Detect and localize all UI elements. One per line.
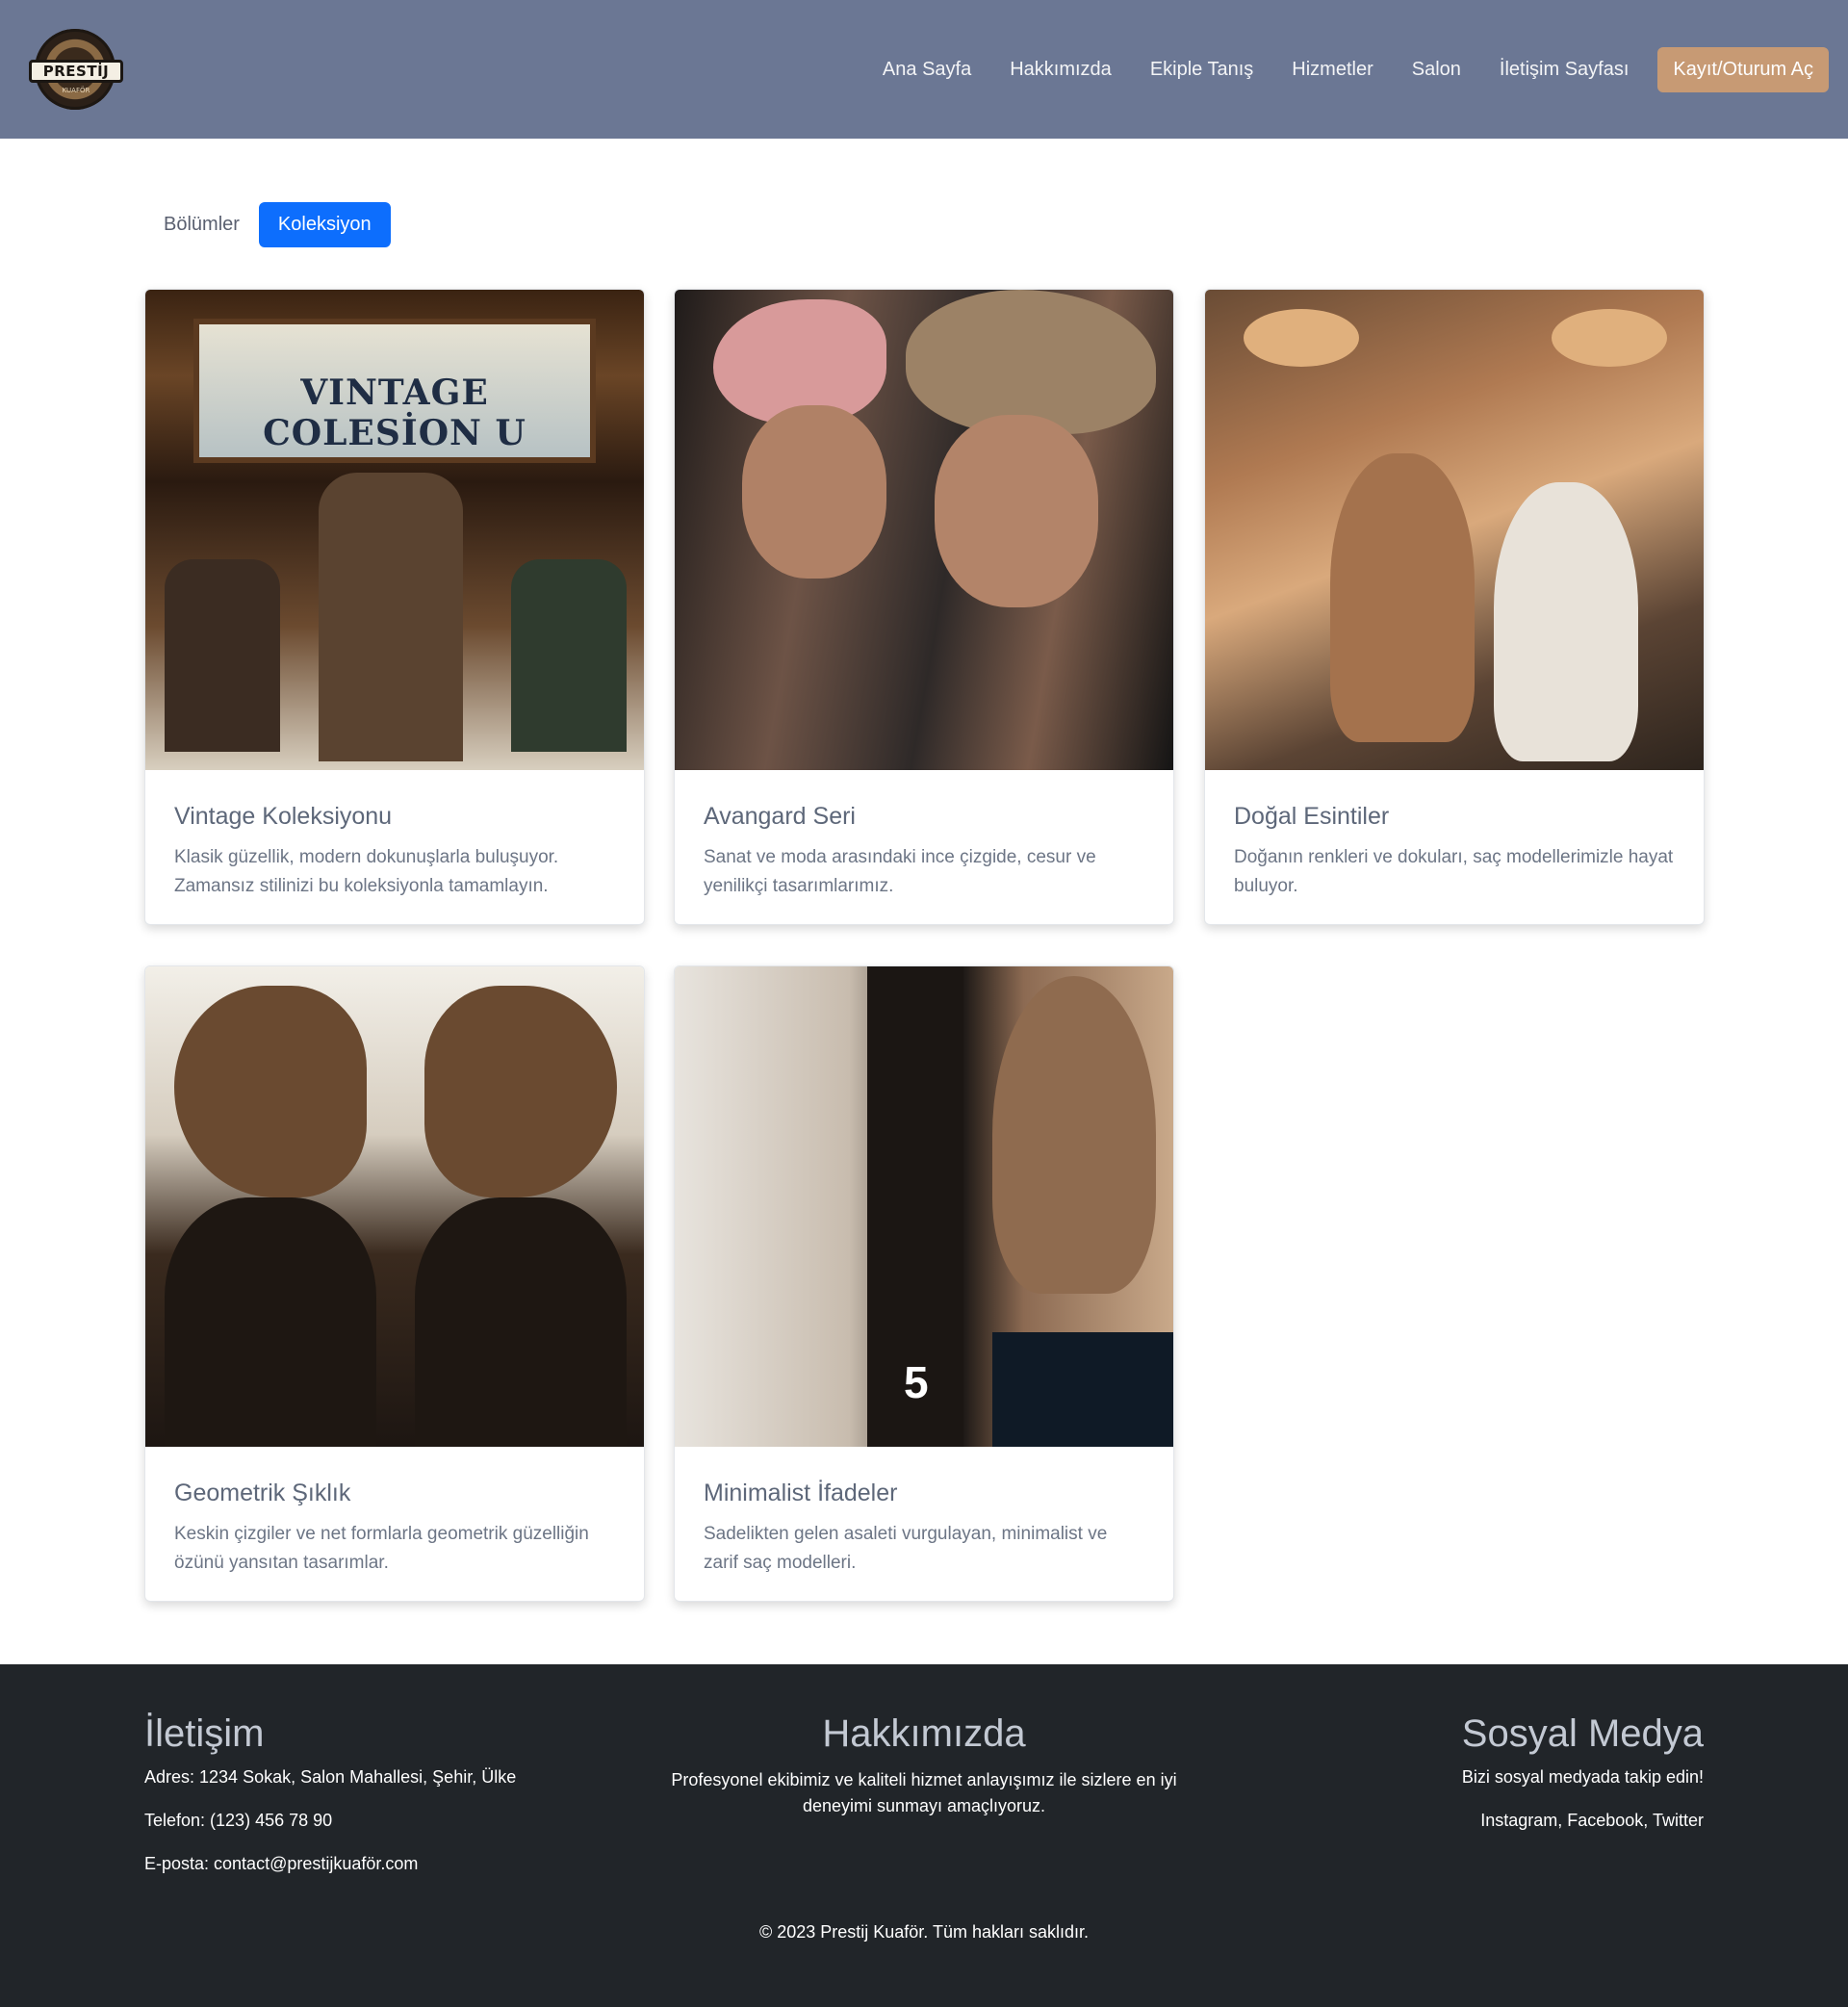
footer-social-text: Bizi sosyal medyada takip edin! bbox=[1461, 1767, 1704, 1787]
footer-email: E-posta: contact@prestijkuaför.com bbox=[144, 1854, 419, 1873]
footer-contact: İletişim Adres: 1234 Sokak, Salon Mahall… bbox=[144, 1712, 516, 1897]
card-image-vintage: VINTAGE COLESİON U bbox=[145, 290, 644, 770]
card-title: Geometrik Şıklık bbox=[174, 1480, 351, 1506]
card-title: Doğal Esintiler bbox=[1234, 803, 1390, 830]
tab-bolumler[interactable]: Bölümler bbox=[144, 202, 259, 247]
hair-shape bbox=[424, 986, 617, 1197]
card-description: Sadelikten gelen asaleti vurgulayan, min… bbox=[704, 1524, 1108, 1573]
footer-address: Adres: 1234 Sokak, Salon Mahallesi, Şehi… bbox=[144, 1767, 517, 1787]
cape-shape bbox=[165, 1197, 376, 1447]
card-description: Keskin çizgiler ve net formlarla geometr… bbox=[174, 1524, 589, 1573]
lamp-shape bbox=[1244, 309, 1359, 367]
card-image-geometrik bbox=[145, 966, 644, 1447]
footer-social: Sosyal Medya Bizi sosyal medyada takip e… bbox=[1462, 1712, 1704, 1854]
vintage-sign-text: VINTAGE COLESİON U bbox=[263, 373, 526, 453]
copyright: © 2023 Prestij Kuaför. Tüm hakları saklı… bbox=[758, 1922, 1090, 1942]
card-image-dogal bbox=[1205, 290, 1704, 770]
nav-link-iletisim[interactable]: İletişim Sayfası bbox=[1500, 59, 1629, 81]
nav-link-hakkimizda[interactable]: Hakkımızda bbox=[1010, 59, 1112, 81]
face-shape bbox=[935, 415, 1098, 607]
lamp-shape bbox=[1552, 309, 1667, 367]
nav-link-hizmetler[interactable]: Hizmetler bbox=[1292, 59, 1373, 81]
card-title: Minimalist İfadeler bbox=[704, 1480, 898, 1506]
nav-links: Ana Sayfa Hakkımızda Ekiple Tanış Hizmet… bbox=[844, 46, 1829, 92]
figure-silhouette bbox=[319, 473, 463, 761]
footer-about-text: Profesyonel ekibimiz ve kaliteli hizmet … bbox=[671, 1770, 1177, 1815]
card-title: Avangard Seri bbox=[704, 803, 856, 830]
footer-about-heading: Hakkımızda bbox=[822, 1712, 1026, 1755]
nav-link-salon[interactable]: Salon bbox=[1412, 59, 1461, 81]
figure-silhouette bbox=[1330, 453, 1475, 742]
collection-card[interactable]: Doğal Esintiler Doğanın renkleri ve doku… bbox=[1204, 289, 1705, 925]
face-shape bbox=[742, 405, 886, 579]
collection-card[interactable]: 5 Minimalist İfadeler Sadelikten gelen a… bbox=[674, 965, 1174, 1602]
collection-card[interactable]: Geometrik Şıklık Keskin çizgiler ve net … bbox=[144, 965, 645, 1602]
footer-phone: Telefon: (123) 456 78 90 bbox=[144, 1811, 333, 1830]
card-image-minimalist: 5 bbox=[675, 966, 1173, 1447]
brand-logo[interactable]: PRESTİJ KUAFÖR bbox=[29, 29, 123, 110]
footer-social-heading: Sosyal Medya bbox=[1461, 1712, 1704, 1755]
card-image-avangard bbox=[675, 290, 1173, 770]
vintage-sign: VINTAGE COLESİON U bbox=[193, 319, 596, 463]
figure-silhouette bbox=[511, 559, 627, 752]
logo-subtext: KUAFÖR bbox=[62, 87, 90, 94]
navbar: PRESTİJ KUAFÖR Ana Sayfa Hakkımızda Ekip… bbox=[0, 0, 1848, 139]
section-tabs: Bölümler Koleksiyon bbox=[144, 202, 391, 247]
nav-link-ekiple-tanis[interactable]: Ekiple Tanış bbox=[1150, 59, 1253, 81]
logo-text: PRESTİJ bbox=[29, 60, 123, 83]
footer: İletişim Adres: 1234 Sokak, Salon Mahall… bbox=[0, 1664, 1848, 2007]
card-description: Doğanın renkleri ve dokuları, saç modell… bbox=[1234, 847, 1674, 896]
card-description: Klasik güzellik, modern dokunuşlarla bul… bbox=[174, 847, 559, 896]
card-title: Vintage Koleksiyonu bbox=[174, 803, 393, 830]
hair-shape bbox=[992, 976, 1156, 1294]
cape-shape bbox=[415, 1197, 627, 1447]
footer-contact-heading: İletişim bbox=[144, 1712, 265, 1755]
hair-shape bbox=[906, 290, 1156, 434]
collection-card[interactable]: Avangard Seri Sanat ve moda arasındaki i… bbox=[674, 289, 1174, 925]
nav-link-ana-sayfa[interactable]: Ana Sayfa bbox=[883, 59, 971, 81]
chair-shape bbox=[992, 1332, 1173, 1447]
collection-card[interactable]: VINTAGE COLESİON U Vintage Koleksiyonu K… bbox=[144, 289, 645, 925]
image-number: 5 bbox=[904, 1357, 929, 1407]
card-description: Sanat ve moda arasındaki ince çizgide, c… bbox=[704, 847, 1096, 896]
footer-social-links[interactable]: Instagram, Facebook, Twitter bbox=[1462, 1811, 1704, 1831]
hair-shape bbox=[174, 986, 367, 1197]
login-register-button[interactable]: Kayıt/Oturum Aç bbox=[1657, 46, 1829, 92]
footer-about: Hakkımızda Profesyonel ekibimiz ve kalit… bbox=[635, 1712, 1213, 1819]
figure-silhouette bbox=[1494, 482, 1638, 761]
tab-koleksiyon[interactable]: Koleksiyon bbox=[258, 202, 391, 247]
figure-silhouette bbox=[165, 559, 280, 752]
